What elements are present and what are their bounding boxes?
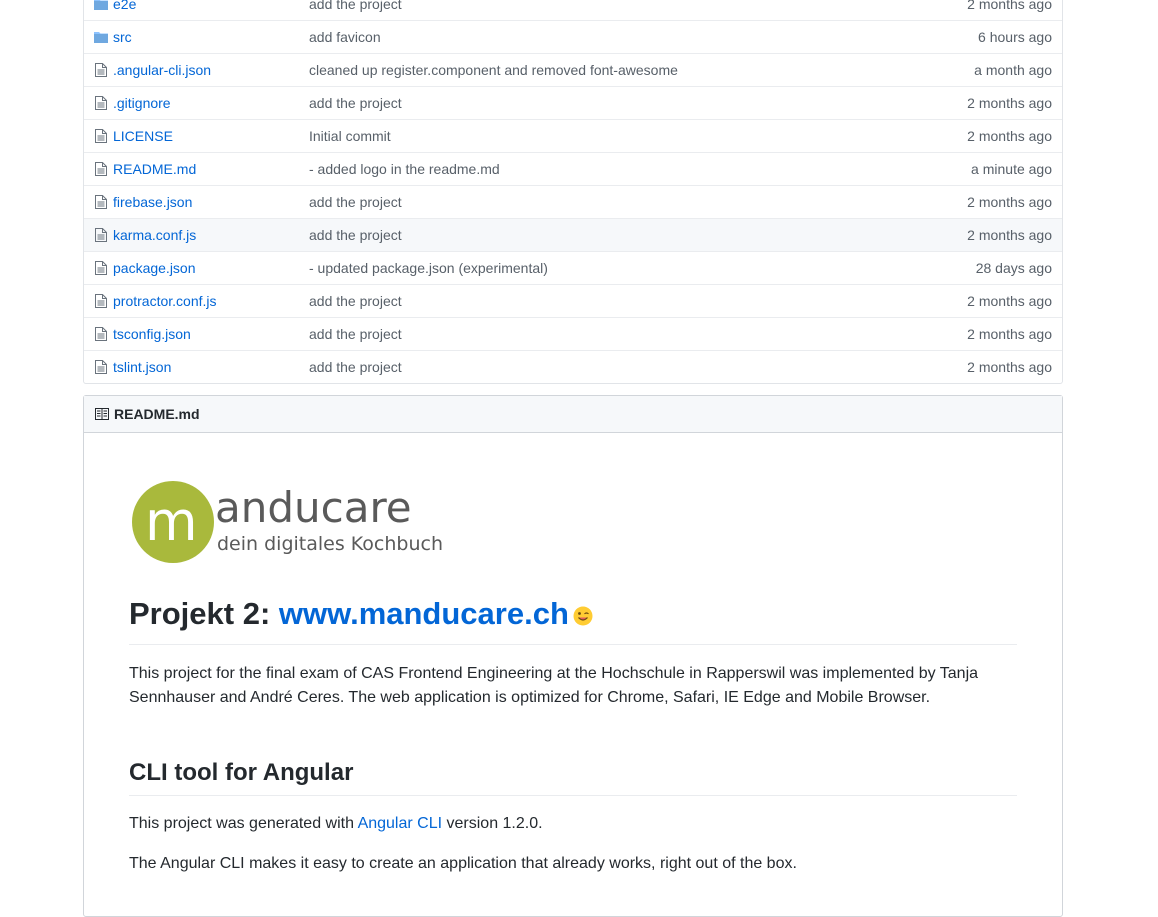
generated-suffix: version 1.2.0.	[442, 815, 543, 832]
angular-cli-link[interactable]: Angular CLI	[358, 815, 443, 832]
generated-paragraph: This project was generated with Angular …	[129, 812, 1017, 836]
file-name-link[interactable]: tslint.json	[113, 351, 171, 383]
logo-tagline: dein digitales Kochbuch	[217, 533, 443, 555]
commit-age: 2 months ago	[967, 95, 1052, 111]
file-row[interactable]: src add favicon 6 hours ago	[84, 20, 1062, 53]
file-icon	[95, 294, 107, 308]
file-row[interactable]: protractor.conf.js add the project 2 month…	[84, 284, 1062, 317]
commit-message-link[interactable]: Initial commit	[309, 120, 391, 152]
readme-panel: README.md m anducare dein digitales Koch…	[83, 395, 1063, 917]
file-row[interactable]: tslint.json add the project 2 months ago	[84, 350, 1062, 383]
file-row[interactable]: tsconfig.json add the project 2 months ago	[84, 317, 1062, 350]
commit-age: 6 hours ago	[978, 29, 1052, 45]
commit-age: 2 months ago	[967, 0, 1052, 12]
file-row[interactable]: .gitignore add the project 2 months ago	[84, 86, 1062, 119]
file-name-link[interactable]: LICENSE	[113, 120, 173, 152]
readme-title: Projekt 2: www.manducare.ch	[129, 592, 1017, 645]
file-icon	[95, 96, 107, 110]
file-name-link[interactable]: .gitignore	[113, 87, 171, 119]
file-row[interactable]: karma.conf.js add the project 2 months ago	[84, 218, 1062, 251]
manducare-logo: m anducare dein digitales Kochbuch	[132, 481, 443, 563]
folder-icon	[94, 32, 108, 43]
file-name-link[interactable]: firebase.json	[113, 186, 192, 218]
file-name-link[interactable]: e2e	[113, 0, 136, 20]
file-name-link[interactable]: protractor.conf.js	[113, 285, 217, 317]
logo-letter: m	[145, 490, 198, 553]
generated-prefix: This project was generated with	[129, 815, 358, 832]
commit-age: 2 months ago	[967, 194, 1052, 210]
commit-message-link[interactable]: - updated package.json (experimental)	[309, 252, 548, 284]
file-icon	[95, 195, 107, 209]
file-icon	[95, 162, 107, 176]
wink-emoji-icon	[573, 606, 593, 626]
commit-age: 28 days ago	[975, 260, 1052, 276]
commit-message-link[interactable]: add the project	[309, 186, 402, 218]
file-icon	[95, 360, 107, 374]
file-name-link[interactable]: karma.conf.js	[113, 219, 196, 251]
commit-age: 2 months ago	[967, 293, 1052, 309]
site-link[interactable]: www.manducare.ch	[279, 596, 569, 631]
commit-message-link[interactable]: cleaned up register.component and remove…	[309, 54, 678, 86]
file-list: e2e add the project 2 months ago src add fav…	[83, 0, 1063, 384]
file-name-link[interactable]: tsconfig.json	[113, 318, 191, 350]
file-icon	[95, 63, 107, 77]
commit-age: 2 months ago	[967, 227, 1052, 243]
commit-age: 2 months ago	[967, 359, 1052, 375]
commit-message-link[interactable]: add the project	[309, 219, 402, 251]
commit-message-link[interactable]: add the project	[309, 318, 402, 350]
file-icon	[95, 327, 107, 341]
folder-icon	[94, 0, 108, 10]
file-row[interactable]: README.md - added logo in the readme.md a …	[84, 152, 1062, 185]
file-row[interactable]: e2e add the project 2 months ago	[84, 0, 1062, 20]
readme-header: README.md	[84, 396, 1062, 433]
file-name-link[interactable]: .angular-cli.json	[113, 54, 211, 86]
commit-message-link[interactable]: add the project	[309, 87, 402, 119]
title-prefix: Projekt 2:	[129, 596, 279, 631]
commit-age: a month ago	[974, 62, 1052, 78]
commit-message-link[interactable]: add the project	[309, 0, 402, 20]
commit-message-link[interactable]: add the project	[309, 285, 402, 317]
file-icon	[95, 129, 107, 143]
intro-paragraph: This project for the final exam of CAS F…	[129, 665, 979, 706]
commit-message-link[interactable]: add favicon	[309, 21, 381, 53]
cli-paragraph: The Angular CLI makes it easy to create …	[129, 855, 797, 872]
commit-age: 2 months ago	[967, 326, 1052, 342]
file-name-link[interactable]: README.md	[113, 153, 196, 185]
file-row[interactable]: firebase.json add the project 2 months ago	[84, 185, 1062, 218]
commit-age: a minute ago	[971, 161, 1052, 177]
file-row[interactable]: .angular-cli.json cleaned up register.com…	[84, 53, 1062, 86]
readme-filename: README.md	[114, 406, 200, 422]
file-name-link[interactable]: src	[113, 21, 132, 53]
commit-age: 2 months ago	[967, 128, 1052, 144]
book-icon	[95, 408, 109, 420]
cli-heading: CLI tool for Angular	[129, 754, 1017, 796]
file-name-link[interactable]: package.json	[113, 252, 196, 284]
file-row[interactable]: LICENSE Initial commit 2 months ago	[84, 119, 1062, 152]
commit-message-link[interactable]: - added logo in the readme.md	[309, 153, 500, 185]
commit-message-link[interactable]: add the project	[309, 351, 402, 383]
file-icon	[95, 228, 107, 242]
file-row[interactable]: package.json - updated package.json (expe…	[84, 251, 1062, 284]
file-icon	[95, 261, 107, 275]
logo-wordmark: anducare	[215, 483, 412, 532]
